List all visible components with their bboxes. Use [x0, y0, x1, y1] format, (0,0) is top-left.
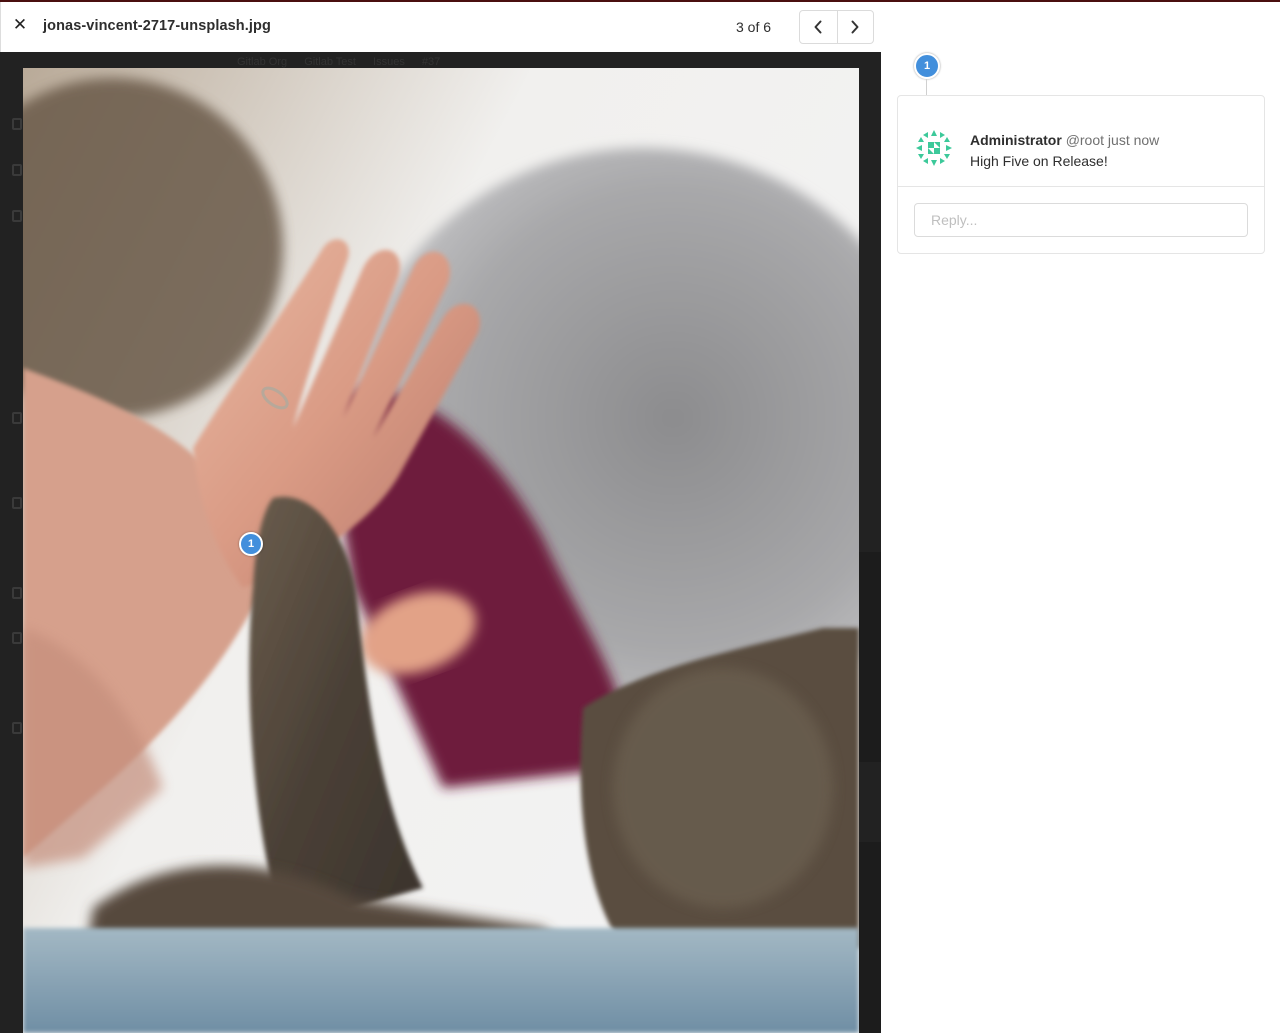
pin-connector — [926, 79, 927, 96]
background-nav-icon — [12, 497, 22, 509]
background-nav-icon — [12, 412, 22, 424]
viewer-header: ✕ jonas-vincent-2717-unsplash.jpg 3 of 6 — [0, 2, 881, 52]
discussion-sidebar: 1 Administrator @root just now High Five… — [881, 2, 1280, 1033]
close-icon[interactable]: ✕ — [11, 15, 29, 35]
author-name[interactable]: Administrator — [970, 132, 1062, 148]
note-timestamp[interactable]: just now — [1108, 132, 1159, 148]
reply-input[interactable] — [914, 203, 1248, 237]
background-nav-icon — [12, 118, 22, 130]
background-crumb: Gitlab Org — [237, 56, 288, 68]
background-crumb: Issues — [373, 56, 405, 68]
pagination-buttons — [799, 10, 874, 44]
next-button[interactable] — [836, 11, 874, 43]
image-counter: 3 of 6 — [736, 19, 772, 35]
background-nav-icon — [12, 210, 22, 222]
discussion-card: Administrator @root just now High Five o… — [897, 95, 1265, 254]
background-nav-icon — [12, 587, 22, 599]
note-header: Administrator @root just now — [970, 132, 1159, 148]
image-stage: Gitlab Org Gitlab Test Issues #37 1 — [0, 52, 881, 1033]
preview-image — [23, 68, 859, 1033]
background-crumb: #37 — [421, 56, 441, 68]
previous-button[interactable] — [800, 11, 837, 43]
chevron-left-icon — [814, 20, 822, 34]
note: Administrator @root just now High Five o… — [898, 96, 1264, 187]
photo-illustration — [23, 68, 859, 1033]
background-panel — [859, 842, 881, 1033]
background-crumb: Gitlab Test — [304, 56, 356, 68]
background-breadcrumb: Gitlab Org Gitlab Test Issues #37 — [237, 56, 454, 68]
image-comment-pin[interactable]: 1 — [239, 532, 263, 556]
background-nav-icon — [12, 722, 22, 734]
avatar[interactable] — [914, 128, 954, 168]
note-body: High Five on Release! — [970, 153, 1108, 169]
background-nav-icon — [12, 632, 22, 644]
discussion-pin[interactable]: 1 — [914, 53, 940, 79]
background-nav-icon — [12, 164, 22, 176]
author-handle[interactable]: @root — [1066, 132, 1104, 148]
chevron-right-icon — [851, 20, 859, 34]
filename-title: jonas-vincent-2717-unsplash.jpg — [43, 18, 271, 34]
background-panel — [859, 552, 881, 762]
